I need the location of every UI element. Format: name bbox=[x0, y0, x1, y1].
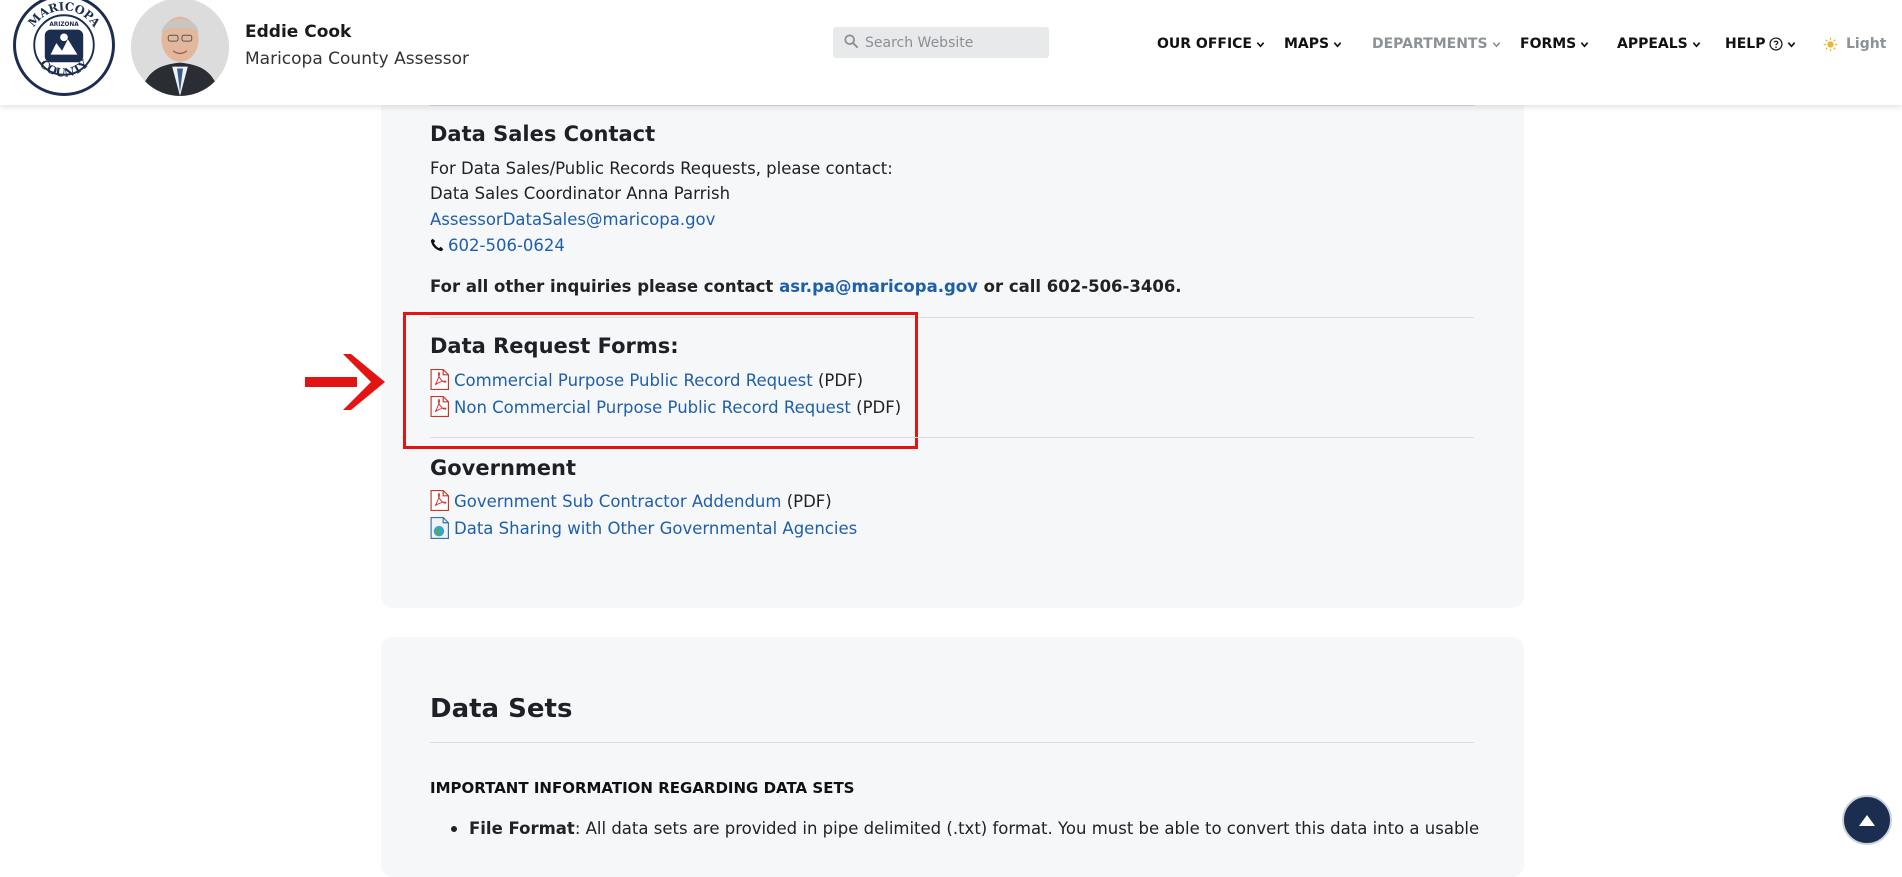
nav-label: HELP bbox=[1725, 36, 1766, 52]
other-inquiries-prefix: For all other inquiries please contact bbox=[430, 277, 780, 296]
chevron-down-icon bbox=[1333, 40, 1342, 49]
bullet bbox=[451, 826, 457, 832]
search-icon bbox=[844, 33, 859, 52]
data-sets-heading: Data Sets bbox=[430, 694, 573, 724]
government-heading: Government bbox=[430, 456, 577, 480]
question-circle-icon bbox=[1769, 37, 1784, 51]
assessor-portrait bbox=[131, 0, 229, 96]
search-input[interactable] bbox=[865, 34, 1045, 51]
chevron-down-icon bbox=[1692, 40, 1701, 49]
nav-label: APPEALS bbox=[1617, 36, 1688, 52]
annotation-highlight-box bbox=[403, 312, 918, 449]
web-page-icon bbox=[430, 517, 449, 539]
data-sales-line1: For Data Sales/Public Records Requests, … bbox=[430, 159, 893, 178]
caret-up-icon bbox=[1859, 815, 1875, 826]
file-type-label: (PDF) bbox=[781, 492, 832, 511]
nav-label: FORMS bbox=[1520, 36, 1577, 52]
file-format-text: : All data sets are provided in pipe del… bbox=[574, 819, 1480, 838]
data-sets-card bbox=[381, 637, 1524, 877]
nav-label: DEPARTMENTS bbox=[1372, 36, 1488, 52]
other-inquiries-row: For all other inquiries please contact a… bbox=[430, 277, 1182, 296]
nav-appeals[interactable]: APPEALS bbox=[1617, 36, 1701, 52]
nav-help[interactable]: HELP bbox=[1725, 36, 1796, 52]
data-sales-phone-row: 602-506-0624 bbox=[430, 236, 565, 255]
data-sales-email-link[interactable]: AssessorDataSales@maricopa.gov bbox=[430, 210, 715, 229]
data-sales-heading: Data Sales Contact bbox=[430, 122, 656, 146]
county-seal-logo[interactable]: MARICOPA COUNTY ARIZONA bbox=[13, 0, 115, 96]
theme-toggle[interactable]: Light bbox=[1823, 36, 1886, 52]
chevron-down-icon bbox=[1256, 40, 1265, 49]
nav-our-office[interactable]: OUR OFFICE bbox=[1157, 36, 1265, 52]
file-format-bullet: File Format: All data sets are provided … bbox=[469, 819, 1479, 838]
phone-icon bbox=[430, 237, 444, 252]
sun-icon bbox=[1823, 37, 1838, 52]
back-to-top-button[interactable] bbox=[1842, 795, 1892, 845]
divider bbox=[430, 437, 1474, 438]
site-search[interactable] bbox=[833, 27, 1049, 58]
nav-departments[interactable]: DEPARTMENTS bbox=[1372, 36, 1501, 52]
divider bbox=[430, 742, 1474, 743]
data-sales-line2: Data Sales Coordinator Anna Parrish bbox=[430, 184, 731, 203]
chevron-down-icon bbox=[1492, 40, 1501, 49]
government-item: Government Sub Contractor Addendum (PDF) bbox=[430, 490, 832, 511]
other-inquiries-email-link[interactable]: asr.pa@maricopa.gov bbox=[779, 277, 978, 296]
site-header: MARICOPA COUNTY ARIZONA Eddie Cook Maric… bbox=[0, 0, 1902, 105]
nav-forms[interactable]: FORMS bbox=[1520, 36, 1589, 52]
file-format-label: File Format bbox=[469, 819, 575, 838]
nav-label: MAPS bbox=[1284, 36, 1330, 52]
government-item: Data Sharing with Other Governmental Age… bbox=[430, 517, 857, 539]
seal-text-center: ARIZONA bbox=[49, 22, 79, 28]
annotation-arrow-icon bbox=[305, 354, 385, 410]
pdf-icon bbox=[430, 490, 449, 511]
data-sales-phone-link[interactable]: 602-506-0624 bbox=[448, 236, 565, 255]
chevron-down-icon bbox=[1787, 40, 1796, 49]
sub-contractor-addendum-link[interactable]: Government Sub Contractor Addendum bbox=[454, 492, 781, 511]
chevron-down-icon bbox=[1580, 40, 1589, 49]
theme-label: Light bbox=[1846, 36, 1887, 52]
assessor-title: Maricopa County Assessor bbox=[245, 49, 470, 69]
divider bbox=[430, 105, 1474, 106]
other-inquiries-suffix: or call 602-506-3406. bbox=[977, 277, 1182, 296]
assessor-name: Eddie Cook bbox=[245, 22, 352, 42]
important-info-heading: IMPORTANT INFORMATION REGARDING DATA SET… bbox=[430, 779, 855, 797]
data-sales-email-row: AssessorDataSales@maricopa.gov bbox=[430, 210, 715, 229]
nav-maps[interactable]: MAPS bbox=[1284, 36, 1342, 52]
nav-label: OUR OFFICE bbox=[1157, 36, 1252, 52]
data-sharing-agencies-link[interactable]: Data Sharing with Other Governmental Age… bbox=[454, 519, 857, 538]
